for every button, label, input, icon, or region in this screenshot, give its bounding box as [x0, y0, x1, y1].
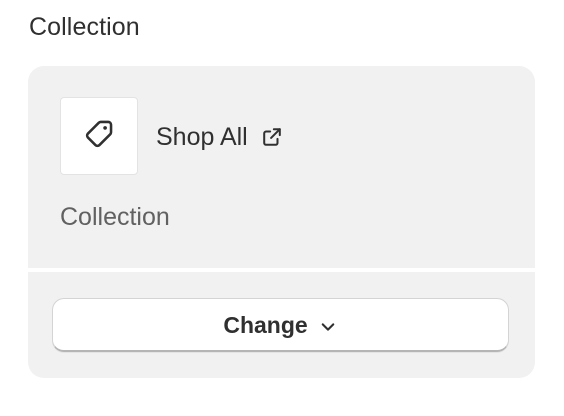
resource-card: Shop All Collection Change: [28, 66, 535, 378]
resource-title-row: Shop All: [156, 121, 284, 153]
section-label: Collection: [29, 13, 140, 41]
tag-icon: [82, 117, 116, 156]
card-divider: [28, 268, 535, 272]
resource-title: Shop All: [156, 123, 248, 151]
resource-thumbnail: [60, 97, 138, 175]
change-button[interactable]: Change: [52, 298, 509, 352]
external-link-icon[interactable]: [260, 125, 284, 149]
change-button-label: Change: [223, 311, 308, 338]
chevron-down-icon: [318, 317, 338, 337]
resource-summary: Shop All Collection: [28, 66, 535, 268]
resource-type-label: Collection: [60, 203, 170, 231]
